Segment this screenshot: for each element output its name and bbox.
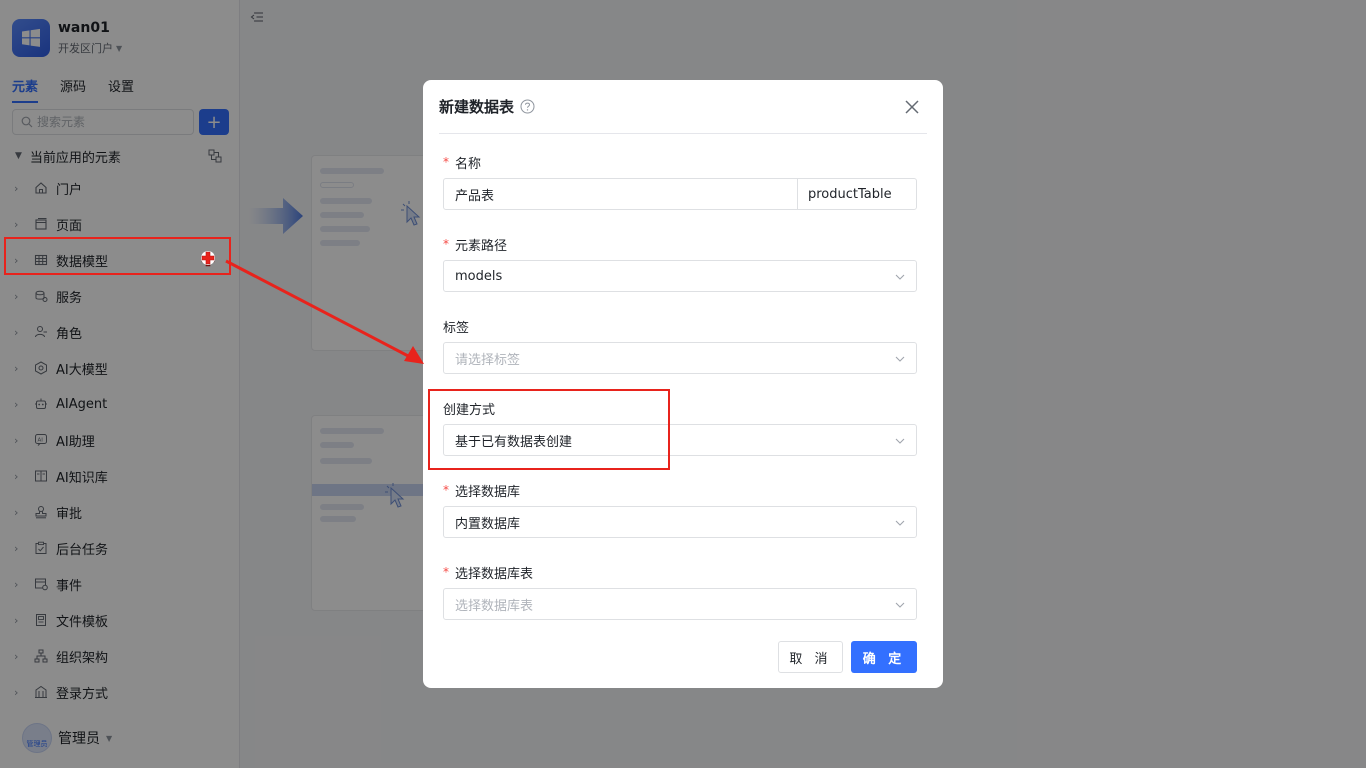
close-icon[interactable] [903,98,921,116]
dialog-header: 新建数据表 [439,80,927,134]
field-database: * 选择数据库 内置数据库 [443,481,917,538]
select-value: 内置数据库 [455,516,521,532]
field-database-table: * 选择数据库表 选择数据库表 [443,563,917,620]
field-label: 选择数据库 [455,484,521,500]
annotation-box-data-model [4,237,231,275]
code-input[interactable]: productTable [797,179,916,209]
chevron-down-icon [895,438,905,444]
chevron-down-icon [895,356,905,362]
field-label: 标签 [443,320,470,336]
required-mark: * [443,237,449,251]
field-label: 元素路径 [455,238,508,254]
field-tags: 标签 请选择标签 [443,317,917,374]
chevron-down-icon [895,274,905,280]
required-mark: * [443,565,449,579]
confirm-button[interactable]: 确 定 [851,641,917,673]
cancel-button[interactable]: 取 消 [778,641,843,673]
required-mark: * [443,483,449,497]
chevron-down-icon [895,602,905,608]
select-placeholder: 请选择标签 [455,352,521,368]
help-icon[interactable] [520,99,535,114]
select-placeholder: 选择数据库表 [455,598,534,614]
element-path-select[interactable]: models [443,260,917,292]
new-table-dialog: 新建数据表 * 名称 产品表 productTable * 元素路径 models … [423,80,943,688]
select-value: models [455,268,503,284]
database-table-select[interactable]: 选择数据库表 [443,588,917,620]
database-select[interactable]: 内置数据库 [443,506,917,538]
dialog-footer: 取 消 确 定 [778,641,917,673]
dialog-title: 新建数据表 [439,98,515,116]
field-label: 名称 [455,156,482,172]
name-input-group: 产品表 productTable [443,178,917,210]
chevron-down-icon [895,520,905,526]
plus-circle-icon[interactable] [200,250,216,266]
tags-select[interactable]: 请选择标签 [443,342,917,374]
field-element-path: * 元素路径 models [443,235,917,292]
annotation-box-create-mode [428,389,670,470]
field-label: 选择数据库表 [455,566,534,582]
required-mark: * [443,155,449,169]
name-input[interactable]: 产品表 [444,185,494,204]
field-name: * 名称 产品表 productTable [443,153,917,210]
